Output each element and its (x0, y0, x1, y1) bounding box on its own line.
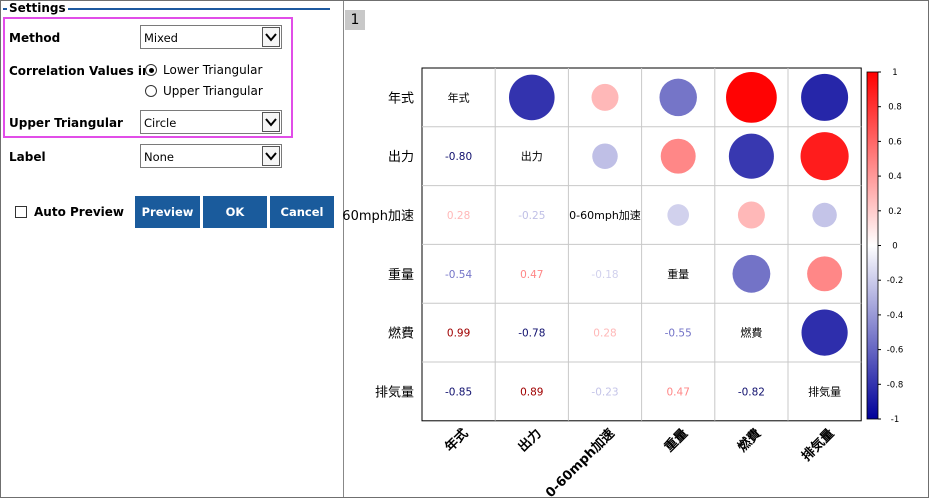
correlation-circle (659, 78, 697, 117)
correlation-value: -0.82 (738, 386, 765, 398)
correlation-value: -0.85 (445, 386, 472, 398)
colorbar-tick-label: 0.4 (888, 172, 902, 182)
colorbar-tick-label: -0.2 (887, 276, 904, 286)
colorbar-tick-label: 0.6 (888, 137, 902, 147)
correlation-value: 0.47 (520, 269, 543, 281)
correlation-value: -0.78 (518, 328, 545, 340)
correlation-value: -0.55 (665, 328, 692, 340)
diagonal-label: 燃費 (740, 326, 762, 340)
correlation-circle (660, 138, 696, 174)
column-label: 重量 (661, 426, 691, 456)
diagonal-label: 年式 (448, 90, 470, 104)
correlation-value: -0.25 (518, 210, 545, 222)
row-label: 排気量 (375, 384, 414, 400)
row-label: 燃費 (388, 326, 414, 342)
correlation-circle (737, 201, 765, 229)
correlation-circle (591, 83, 619, 111)
diagonal-label: 重量 (667, 267, 689, 281)
column-label: 年式 (442, 426, 472, 456)
correlation-circle (667, 204, 690, 226)
colorbar-tick-label: 0 (892, 242, 897, 252)
correlation-value: 0.28 (593, 328, 616, 340)
colorbar (866, 71, 879, 420)
correlation-value: -0.23 (591, 386, 618, 398)
column-label: 出力 (515, 426, 545, 456)
correlation-plot: 年式-0.80 出力0.28 -0.25 0-60mph加速-0.54 0.47 -0.1… (342, 67, 904, 498)
correlation-circle (801, 73, 849, 121)
correlation-circle (508, 74, 555, 121)
colorbar-tick-label: 1 (892, 68, 897, 78)
colorbar-tick-label: -0.4 (887, 311, 904, 321)
correlation-circle (726, 72, 777, 123)
correlation-value: -0.54 (445, 269, 472, 281)
correlation-value: 0.47 (667, 386, 690, 398)
column-label: 燃費 (735, 426, 765, 456)
correlation-value: -0.18 (591, 269, 618, 281)
colorbar-tick-label: -0.6 (887, 346, 904, 356)
diagonal-label: 排気量 (808, 384, 841, 398)
correlation-circle (728, 133, 774, 179)
correlation-value: 0.28 (447, 210, 470, 222)
correlation-circle (812, 202, 837, 228)
diagonal-label: 0-60mph加速 (569, 209, 641, 222)
correlation-value: -0.80 (445, 151, 472, 163)
correlation-circle (592, 143, 618, 169)
correlation-circle (732, 254, 771, 293)
column-label: 排気量 (799, 426, 838, 465)
correlation-circle (807, 256, 843, 292)
correlation-circle (801, 309, 848, 356)
diagonal-label: 出力 (521, 149, 543, 163)
column-label: 0-60mph加速 (542, 426, 617, 498)
colorbar-tick-label: -1 (891, 415, 899, 425)
colorbar-tick-label: 0.8 (888, 103, 902, 113)
row-label: 出力 (388, 150, 414, 165)
row-label: 重量 (388, 267, 414, 283)
colorbar-tick-label: 0.2 (888, 207, 902, 217)
row-label: 年式 (388, 91, 414, 106)
correlation-value: 0.99 (447, 328, 470, 340)
correlation-circle (800, 132, 849, 181)
row-label: 60mph加速 (342, 209, 414, 224)
correlation-value: 0.89 (520, 386, 543, 398)
colorbar-tick-label: -0.8 (887, 380, 904, 390)
